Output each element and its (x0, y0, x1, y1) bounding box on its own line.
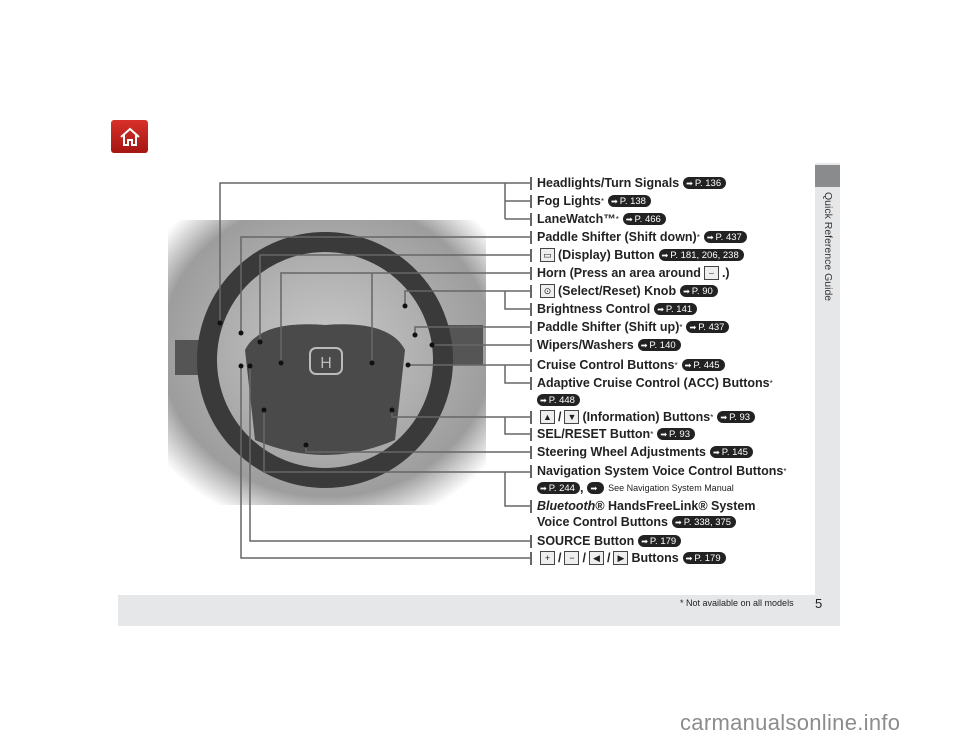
item-horn: Horn (Press an area around ⌣.) (530, 265, 730, 281)
page-ref-link[interactable]: ➡ P. 90 (680, 285, 718, 297)
page-ref-link[interactable]: ➡ P. 141 (654, 303, 698, 315)
page-ref-link[interactable]: ➡ P. 437 (686, 321, 730, 333)
page-ref-link[interactable]: ➡ P. 437 (703, 231, 747, 243)
page-ref-link[interactable]: ➡ P. 179 (682, 552, 726, 564)
up-arrow-icon: ▲ (540, 410, 555, 424)
page-ref-link[interactable]: ➡ P. 244 (537, 482, 580, 494)
page-ref-link[interactable]: ➡ P. 93 (657, 428, 695, 440)
page-ref-link[interactable]: ➡ P. 145 (710, 446, 753, 458)
page-ref-link[interactable]: ➡ P. 138 (608, 195, 651, 207)
item-sel-reset: SEL/RESET Button * ➡ P. 93 (530, 426, 695, 442)
item-acc-ref: ➡ P. 448 (530, 392, 580, 408)
item-cruise: Cruise Control Buttons * ➡ P. 445 (530, 357, 725, 373)
item-volume-skip: + / − / ◀ / ▶ Buttons ➡ P. 179 (530, 550, 726, 566)
item-nav-voice-refs: ➡ P. 244, ➡ See Navigation System Manual (530, 480, 734, 496)
steering-wheel-illustration: H (168, 182, 530, 559)
item-acc: Adaptive Cruise Control (ACC) Buttons * (530, 375, 773, 391)
watermark: carmanualsonline.info (680, 710, 901, 735)
item-wipers: Wipers/Washers ➡ P. 140 (530, 337, 681, 353)
item-bluetooth-2: Voice Control Buttons ➡ P. 338, 375 (530, 514, 737, 530)
wheel-hub (245, 324, 405, 455)
item-brightness: Brightness Control ➡ P. 141 (530, 301, 698, 317)
display-icon: ▭ (540, 248, 555, 262)
svg-text:H: H (320, 355, 332, 372)
nav-manual-link[interactable]: ➡ (587, 482, 605, 494)
item-paddle-up: Paddle Shifter (Shift up) * ➡ P. 437 (530, 319, 730, 335)
item-bluetooth: Bluetooth ® HandsFreeLink® System (530, 498, 755, 514)
minus-icon: − (564, 551, 580, 565)
item-headlights: Headlights/Turn Signals ➡ P. 136 (530, 175, 727, 191)
page-ref-link[interactable]: ➡ P. 93 (717, 411, 756, 423)
item-select-knob: ⊙ (Select/Reset) Knob ➡ P. 90 (530, 283, 718, 299)
item-steering-adjust: Steering Wheel Adjustments ➡ P. 145 (530, 444, 753, 460)
footnote: * Not available on all models (680, 598, 794, 608)
page-ref-link[interactable]: ➡ P. 181, 206, 238 (658, 249, 744, 261)
item-lanewatch: LaneWatch™ * ➡ P. 466 (530, 211, 666, 227)
page-number: 5 (815, 596, 823, 611)
plus-icon: + (540, 551, 555, 565)
item-information: ▲ / ▼ (Information) Buttons * ➡ P. 93 (530, 409, 756, 425)
page-ref-link[interactable]: ➡ P. 448 (537, 394, 580, 406)
page-ref-link[interactable]: ➡ P. 466 (622, 213, 666, 225)
down-arrow-icon: ▼ (564, 410, 580, 424)
skip-back-icon: ◀ (588, 551, 604, 565)
item-nav-voice: Navigation System Voice Control Buttons * (530, 463, 786, 479)
knob-icon: ⊙ (540, 284, 555, 298)
page-ref-link[interactable]: ➡ P. 136 (683, 177, 727, 189)
item-source: SOURCE Button ➡ P. 179 (530, 533, 682, 549)
item-display-button: ▭ (Display) Button ➡ P. 181, 206, 238 (530, 247, 744, 263)
page-ref-link[interactable]: ➡ P. 338, 375 (672, 516, 737, 528)
item-fog-lights: Fog Lights * ➡ P. 138 (530, 193, 651, 209)
page-ref-link[interactable]: ➡ P. 140 (637, 339, 681, 351)
horn-icon: ⌣ (703, 266, 719, 280)
skip-forward-icon: ▶ (613, 551, 629, 565)
page-ref-link[interactable]: ➡ P. 179 (638, 535, 682, 547)
item-paddle-down: Paddle Shifter (Shift down) * ➡ P. 437 (530, 229, 747, 245)
page-ref-link[interactable]: ➡ P. 445 (681, 359, 725, 371)
